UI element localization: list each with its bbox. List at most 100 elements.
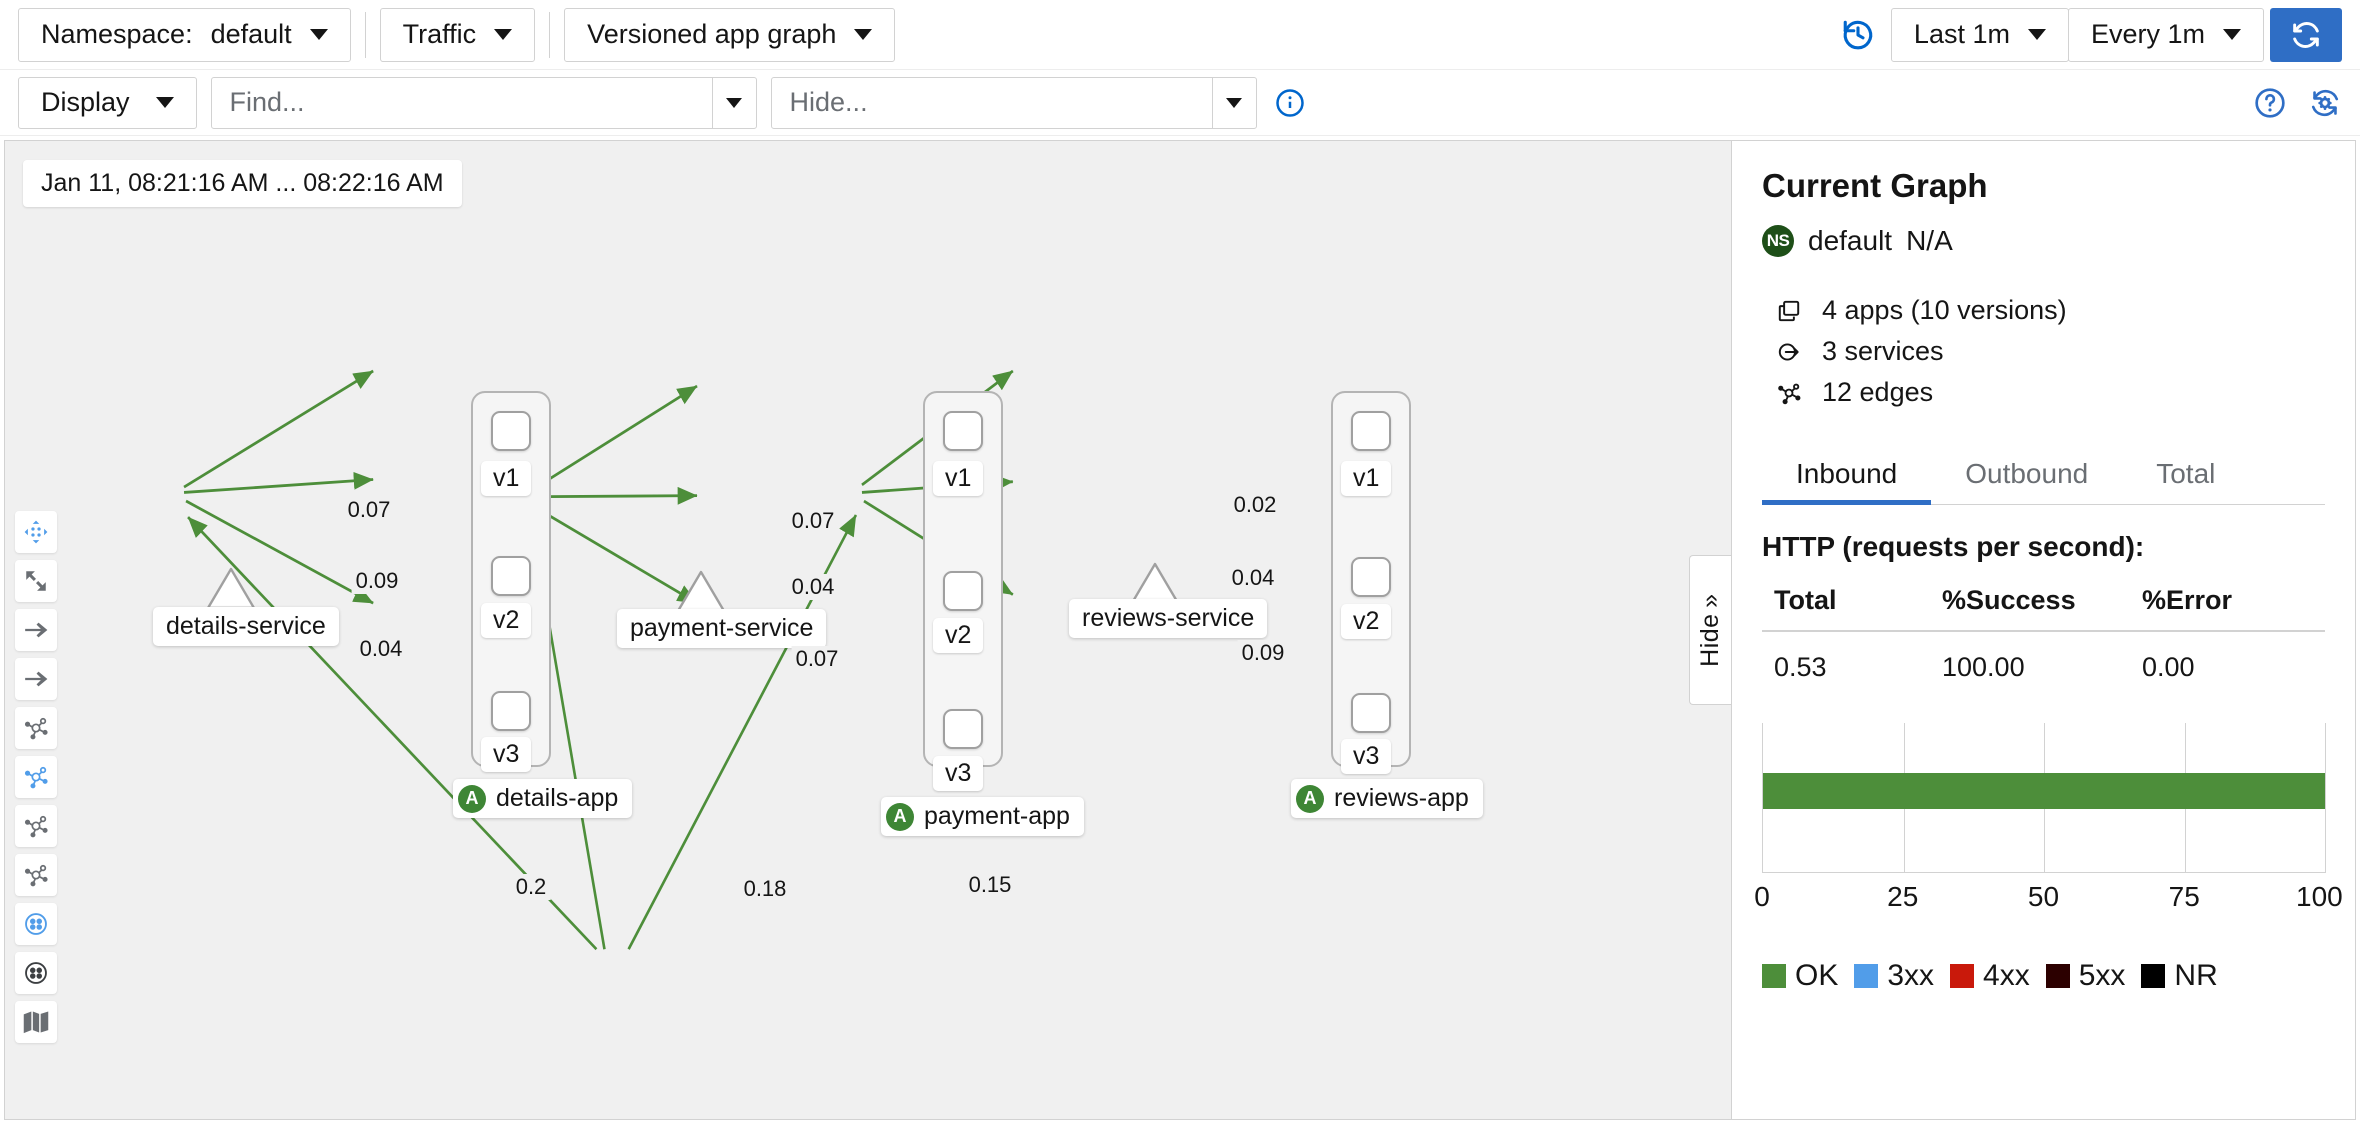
graph-time-range-chip: Jan 11, 08:21:16 AM ... 08:22:16 AM: [23, 160, 462, 207]
version-node-details-v2[interactable]: [491, 556, 531, 596]
version-label-payment-v1: v1: [933, 461, 984, 496]
toolbar2-actions: [2254, 87, 2342, 119]
refresh-button[interactable]: [2270, 7, 2342, 62]
app-label-text: details-app: [496, 784, 619, 812]
x-tick-0: 0: [1754, 881, 1770, 912]
version-node-reviews-v3[interactable]: [1351, 693, 1391, 733]
edge-label-details-v1: 0.07: [343, 497, 395, 523]
chevron-down-icon: [1226, 97, 1243, 108]
primary-toolbar: Namespace: default Traffic Versioned app…: [0, 0, 2360, 70]
stat-apps: 4 apps (10 versions): [1762, 295, 2325, 326]
namespace-layout-2-icon[interactable]: [15, 952, 57, 994]
namespace-layout-1-icon[interactable]: [15, 903, 57, 945]
legend-item-4xx[interactable]: 4xx: [1950, 959, 2030, 993]
time-range-label: Last 1m: [1913, 19, 2010, 49]
cell-error: 0.00: [2142, 652, 2195, 682]
version-node-reviews-v1[interactable]: [1351, 411, 1391, 451]
expand-fullscreen-icon[interactable]: [15, 560, 57, 602]
version-node-payment-v2[interactable]: [943, 571, 983, 611]
version-label-details-v2: v2: [481, 603, 532, 638]
chevron-down-icon: [155, 97, 174, 108]
legend-swatch-4xx: [1950, 964, 1975, 988]
x-tick-75: 75: [2168, 881, 2200, 912]
version-node-payment-v1[interactable]: [943, 411, 983, 451]
graph-type-selector[interactable]: Versioned app graph: [564, 7, 896, 62]
display-menu-button[interactable]: Display: [18, 76, 197, 129]
legend-swatch-nr: [2141, 964, 2166, 988]
edge-label-payment-v3: 0.07: [791, 646, 843, 672]
edge-label-reviews-v1: 0.02: [1229, 492, 1281, 518]
side-panel-title: Current Graph: [1762, 167, 1988, 204]
chart-x-axis: [1763, 872, 2325, 873]
app-badge-icon: A: [1296, 784, 1324, 813]
find-input[interactable]: [211, 77, 712, 128]
time-range-selector[interactable]: Last 1m: [1890, 7, 2069, 62]
traffic-selector[interactable]: Traffic: [379, 7, 536, 62]
namespace-selector[interactable]: Namespace: default: [18, 7, 351, 62]
refresh-interval-selector[interactable]: Every 1m: [2067, 7, 2264, 62]
chevron-down-icon: [2027, 29, 2046, 40]
app-label-text: payment-app: [924, 802, 1070, 830]
chevron-down-icon: [309, 29, 328, 40]
legend-item-nr[interactable]: NR: [2141, 959, 2218, 993]
version-label-details-v1: v1: [481, 461, 532, 496]
hide-input[interactable]: [771, 77, 1212, 128]
graph-legend-icon[interactable]: [2308, 87, 2342, 119]
app-label-payment-app[interactable]: A payment-app: [881, 797, 1084, 836]
version-node-payment-v3[interactable]: [943, 709, 983, 749]
app-label-details-app[interactable]: A details-app: [453, 779, 633, 818]
tab-inbound[interactable]: Inbound: [1762, 452, 1932, 505]
cell-total: 0.53: [1774, 652, 1827, 682]
chart-bar-ok[interactable]: [1763, 773, 2325, 809]
x-tick-50: 50: [2027, 881, 2060, 912]
legend-item-3xx[interactable]: 3xx: [1854, 959, 1934, 993]
service-icon: [1774, 339, 1804, 365]
history-icon[interactable]: [1841, 18, 1875, 52]
hide-tab-content: Hide »: [1696, 593, 1725, 667]
arrow-right-icon[interactable]: [15, 609, 57, 651]
legend-item-ok[interactable]: OK: [1762, 959, 1838, 993]
column-header-error: %Error: [2142, 585, 2233, 615]
version-node-reviews-v2[interactable]: [1351, 557, 1391, 597]
graph-canvas[interactable]: Jan 11, 08:21:16 AM ... 08:22:16 AM v1 v…: [4, 140, 1731, 1120]
edge-label-reviews-v3: 0.09: [1237, 640, 1289, 666]
cell-success: 100.00: [1942, 652, 2025, 682]
edge-label-reviews-v2: 0.04: [1227, 565, 1279, 591]
legend-label-nr: NR: [2174, 959, 2218, 992]
question-circle-icon[interactable]: [2254, 87, 2286, 119]
app-label-reviews-app[interactable]: A reviews-app: [1291, 779, 1483, 818]
topology-layout-1-icon[interactable]: [15, 707, 57, 749]
drag-mode-icon[interactable]: [15, 511, 57, 553]
info-circle-icon[interactable]: [1275, 88, 1305, 118]
chevron-down-icon: [854, 29, 873, 40]
find-field-group: [210, 76, 757, 129]
service-label-payment-service: payment-service: [617, 609, 827, 648]
namespace-value: N/A: [1906, 225, 1953, 256]
x-tick-25: 25: [1887, 881, 1919, 912]
topology-layout-4-icon[interactable]: [15, 854, 57, 896]
table-header-row: Total %Success %Error: [1762, 585, 2325, 632]
app-label-text: reviews-app: [1334, 784, 1469, 812]
legend-item-5xx[interactable]: 5xx: [2045, 959, 2125, 993]
service-label-details-service: details-service: [153, 607, 339, 646]
hide-dropdown-button[interactable]: [1211, 77, 1256, 128]
app-badge-icon: A: [458, 784, 486, 813]
stat-edges-text: 12 edges: [1822, 377, 1934, 407]
hide-side-panel-tab[interactable]: Hide »: [1689, 555, 1731, 705]
http-status-chart: 0 25 50 75 100: [1754, 723, 2343, 913]
minimap-icon[interactable]: [15, 1001, 57, 1043]
side-panel-namespace-row: NS default N/A: [1762, 225, 2325, 257]
namespace-name: default: [1808, 225, 1893, 256]
version-node-details-v1[interactable]: [491, 411, 531, 451]
topology-layout-2-icon[interactable]: [15, 756, 57, 798]
arrow-right-alt-icon[interactable]: [15, 658, 57, 700]
chevron-down-icon: [2223, 29, 2241, 40]
tab-total[interactable]: Total: [2122, 452, 2249, 504]
version-label-payment-v3: v3: [933, 756, 984, 791]
edge-label-details-v3: 0.04: [355, 636, 407, 662]
find-dropdown-button[interactable]: [711, 77, 756, 128]
topology-layout-3-icon[interactable]: [15, 805, 57, 847]
tab-outbound[interactable]: Outbound: [1931, 452, 2122, 504]
graph-summary-stats: 4 apps (10 versions) 3 services 12 edges: [1762, 295, 2325, 408]
version-node-details-v3[interactable]: [491, 691, 531, 731]
